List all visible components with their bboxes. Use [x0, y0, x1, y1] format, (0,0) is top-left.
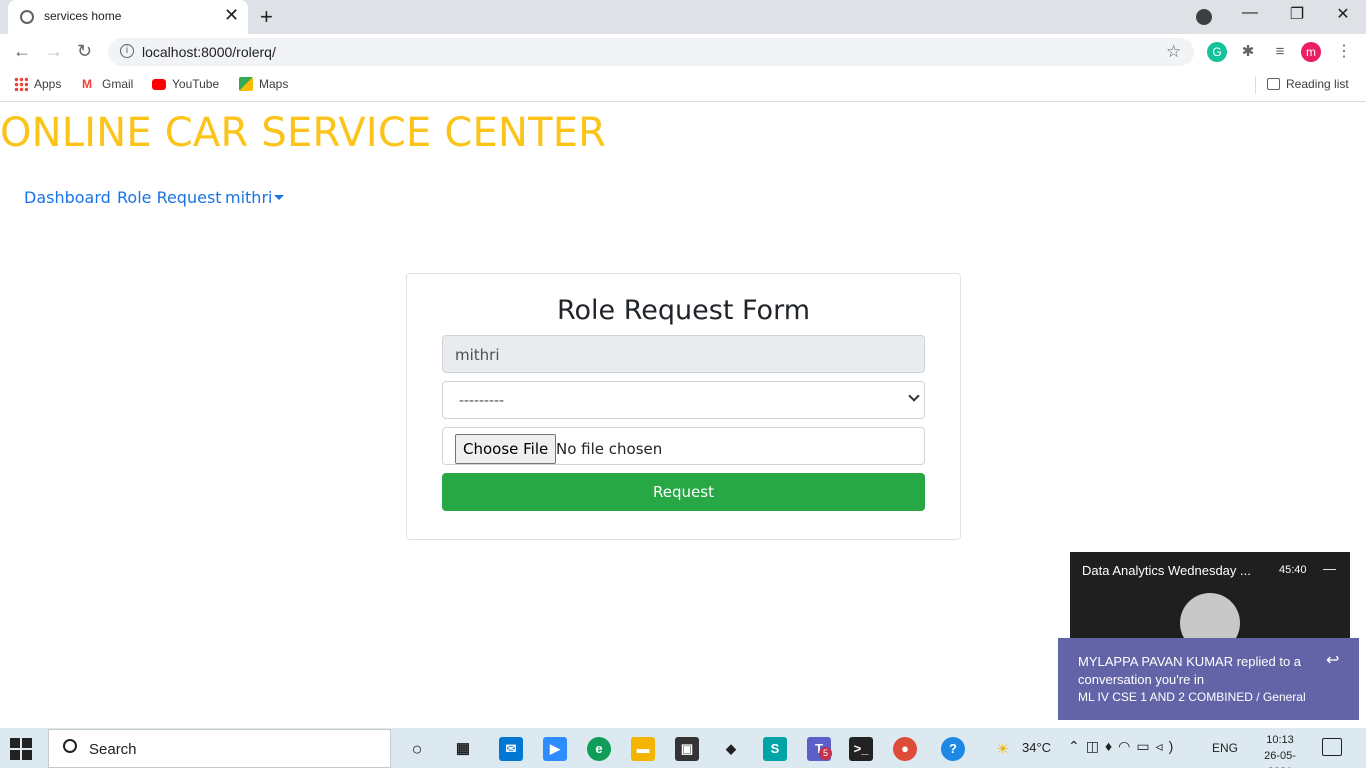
call-title: Data Analytics Wednesday ... — [1082, 563, 1251, 578]
nav-user-dropdown[interactable]: mithri — [225, 188, 272, 207]
menu-icon[interactable]: ⋮ — [1334, 42, 1354, 62]
profile-avatar[interactable]: m — [1301, 42, 1321, 62]
reading-list[interactable]: Reading list — [1267, 77, 1349, 91]
mail-icon[interactable]: ✉ — [499, 737, 523, 761]
reload-icon[interactable]: ↻ — [77, 41, 92, 62]
call-timer: 45:40 — [1279, 564, 1307, 576]
search-text: Search — [89, 741, 137, 758]
chrome-icon[interactable]: ● — [893, 737, 917, 761]
address-bar[interactable]: i localhost:8000/rolerq/ ☆ — [108, 38, 1194, 66]
edge-icon[interactable]: e — [587, 737, 611, 761]
close-tab-icon[interactable]: ✕ — [224, 5, 239, 26]
tab-search-icon[interactable] — [1196, 9, 1212, 25]
info-icon[interactable]: i — [120, 44, 134, 58]
form-title: Role Request Form — [556, 295, 811, 326]
chevron-down-icon — [908, 390, 920, 402]
reading-list-icon — [1267, 78, 1280, 90]
youtube-icon — [152, 78, 166, 90]
bookmark-label: Apps — [34, 77, 62, 91]
taskbar-search[interactable]: Search — [48, 729, 391, 768]
gmail-icon: M — [82, 77, 92, 91]
file-status: No file chosen — [556, 440, 663, 458]
browser-tab[interactable]: services home ✕ — [8, 0, 248, 34]
bookmark-youtube[interactable]: YouTube — [152, 77, 219, 91]
notification-center-icon[interactable] — [1322, 738, 1342, 756]
nav-dashboard[interactable]: Dashboard — [24, 188, 111, 207]
notification-message: MYLAPPA PAVAN KUMAR replied to a convers… — [1078, 654, 1302, 687]
bookmark-label: YouTube — [172, 77, 220, 91]
site-title: ONLINE CAR SERVICE CENTER — [0, 110, 607, 156]
search-icon — [63, 739, 77, 753]
nav-role-request[interactable]: Role Request — [117, 188, 222, 207]
forward-icon[interactable]: → — [45, 41, 63, 62]
bookmark-maps[interactable]: Maps — [239, 77, 288, 91]
close-window-icon[interactable]: ✕ — [1323, 4, 1363, 24]
back-icon[interactable]: ← — [13, 41, 31, 62]
reading-list-label: Reading list — [1286, 77, 1349, 91]
role-select-value: --------- — [459, 392, 504, 409]
media-control-icon[interactable]: ≡ — [1270, 42, 1290, 62]
bookmark-label: Gmail — [102, 77, 134, 91]
terminal-icon[interactable]: >_ — [849, 737, 873, 761]
role-select[interactable]: --------- — [442, 381, 925, 419]
cortana-icon[interactable]: ○ — [405, 737, 429, 761]
url-text: localhost:8000/rolerq/ — [142, 44, 276, 60]
tab-title: services home — [44, 9, 122, 23]
weather-icon[interactable]: ☀ — [996, 740, 1009, 758]
dropbox-icon[interactable]: ◆ — [719, 737, 743, 761]
teams-badge: 5 — [819, 747, 832, 760]
choose-file-button[interactable]: Choose File — [455, 434, 557, 464]
reply-icon[interactable]: ↩ — [1326, 650, 1339, 670]
clock-time: 10:13 — [1266, 734, 1294, 746]
extensions-icon[interactable]: ✱ — [1238, 42, 1258, 62]
file-explorer-icon[interactable]: ▬ — [631, 737, 655, 761]
language-indicator[interactable]: ENG — [1212, 741, 1238, 755]
maps-icon — [239, 77, 253, 91]
notification-channel: ML IV CSE 1 AND 2 COMBINED / General — [1078, 690, 1306, 704]
system-tray-icons[interactable]: ⌃◫♦◠▭◃) — [1068, 738, 1179, 755]
username-field[interactable]: mithri — [442, 335, 925, 373]
windows-start-icon[interactable] — [10, 738, 32, 760]
bookmark-star-icon[interactable]: ☆ — [1166, 42, 1181, 62]
store-icon[interactable]: ▣ — [675, 737, 699, 761]
help-icon[interactable]: ? — [941, 737, 965, 761]
apps-grid-icon — [14, 77, 28, 91]
app-icon[interactable]: S — [763, 737, 787, 761]
zoom-icon[interactable]: ▶ — [543, 737, 567, 761]
chevron-down-icon[interactable] — [274, 195, 284, 200]
task-view-icon[interactable]: ▦ — [451, 737, 475, 761]
grammarly-icon[interactable]: G — [1207, 42, 1227, 62]
file-input[interactable]: Choose File No file chosen — [442, 427, 925, 465]
clock[interactable]: 10:13 26-05-2021 — [1252, 732, 1308, 768]
clock-date: 26-05-2021 — [1264, 750, 1296, 768]
globe-icon — [20, 10, 34, 24]
bookmark-label: Maps — [259, 77, 289, 91]
minimize-icon[interactable]: — — [1230, 4, 1270, 22]
bookmark-apps[interactable]: Apps — [14, 77, 61, 91]
new-tab-icon[interactable]: + — [260, 4, 273, 30]
bookmark-divider — [1255, 76, 1256, 94]
bookmark-gmail[interactable]: M Gmail — [82, 77, 133, 91]
request-button[interactable]: Request — [442, 473, 925, 511]
temperature[interactable]: 34°C — [1022, 740, 1051, 755]
restore-icon[interactable]: ❐ — [1277, 4, 1317, 24]
minimize-call-icon[interactable]: — — [1323, 561, 1336, 576]
